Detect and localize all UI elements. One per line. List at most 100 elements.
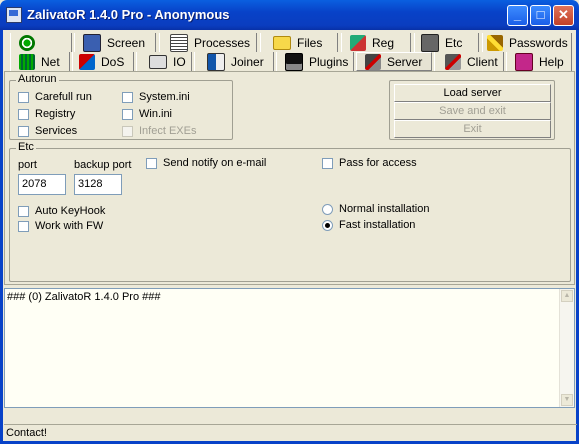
tab-etc[interactable]: Etc: [414, 33, 479, 52]
registry-icon: [350, 34, 366, 51]
tab-client-label: Client: [467, 54, 498, 69]
send-notify-label: Send notify on e-mail: [163, 157, 267, 169]
log-memo[interactable]: ### (0) ZalivatoR 1.4.0 Pro ### ▲ ▼: [4, 288, 575, 408]
infect-exes-label: Infect EXEs: [139, 125, 197, 137]
tab-server[interactable]: Server: [356, 52, 432, 71]
screen-icon: [83, 33, 101, 52]
folder-icon: [273, 35, 291, 50]
close-button[interactable]: ✕: [553, 5, 574, 26]
tab-help-label: Help: [539, 54, 564, 69]
port-input[interactable]: 2078: [18, 174, 66, 195]
infect-exes-box: [122, 125, 133, 137]
tab-net[interactable]: Net: [10, 52, 70, 71]
autorun-group: Autorun Carefull run Registry Services S…: [9, 73, 233, 140]
work-with-fw-label: Work with FW: [35, 220, 104, 232]
tab-reg[interactable]: Reg: [341, 33, 411, 52]
tab-processes-label: Processes: [194, 35, 251, 50]
load-server-button[interactable]: Load server: [394, 84, 551, 102]
fast-installation-label: Fast installation: [339, 219, 416, 231]
registry-label: Registry: [35, 108, 76, 120]
tab-row-1: Screen Processes Files Reg Etc Passwords: [4, 33, 575, 53]
scroll-up-arrow-icon[interactable]: ▲: [561, 290, 573, 302]
minimize-button[interactable]: _: [507, 5, 528, 26]
send-notify-box: [146, 157, 157, 169]
server-panel: Autorun Carefull run Registry Services S…: [4, 71, 575, 285]
send-notify-checkbox[interactable]: Send notify on e-mail: [146, 157, 266, 169]
app-icon: [6, 7, 22, 23]
status-bar: Contact!: [4, 424, 577, 441]
tab-files[interactable]: Files: [260, 33, 338, 52]
services-checkbox[interactable]: Services: [18, 125, 77, 137]
system-ini-checkbox[interactable]: System.ini: [122, 91, 190, 103]
pass-for-access-checkbox[interactable]: Pass for access: [322, 157, 417, 169]
server-actions-group: Load server Save and exit Exit: [389, 80, 555, 140]
tab-screen-label: Screen: [107, 35, 146, 50]
tab-server-label: Server: [387, 54, 423, 69]
tab-processes[interactable]: Processes: [159, 33, 257, 52]
tab-passwords-label: Passwords: [509, 35, 568, 50]
scroll-down-arrow-icon[interactable]: ▼: [561, 394, 573, 406]
tab-io[interactable]: IO: [136, 52, 192, 71]
etc-group-title: Etc: [16, 141, 36, 153]
port-label: port: [18, 159, 37, 171]
title-bar: ZalivatoR 1.4.0 Pro - Anonymous _ □ ✕: [0, 0, 579, 30]
system-ini-label: System.ini: [139, 91, 190, 103]
work-with-fw-checkbox[interactable]: Work with FW: [18, 220, 103, 232]
tab-io-label: IO: [173, 54, 186, 69]
book-icon: [515, 52, 533, 71]
tab-dos-label: DoS: [101, 54, 125, 69]
client-icon: [445, 53, 461, 70]
tab-files-label: Files: [297, 35, 323, 50]
fast-installation-radio[interactable]: Fast installation: [322, 219, 415, 231]
win-ini-label: Win.ini: [139, 108, 173, 120]
win-ini-box: [122, 108, 133, 120]
tab-passwords[interactable]: Passwords: [482, 33, 572, 52]
carefull-run-label: Carefull run: [35, 91, 92, 103]
registry-checkbox[interactable]: Registry: [18, 108, 75, 120]
auto-keyhook-checkbox[interactable]: Auto KeyHook: [18, 205, 105, 217]
services-label: Services: [35, 125, 78, 137]
auto-keyhook-box: [18, 205, 29, 217]
printer-icon: [149, 54, 167, 69]
joiner-icon: [207, 52, 225, 71]
window-title: ZalivatoR 1.4.0 Pro - Anonymous: [27, 7, 230, 22]
pass-for-access-label: Pass for access: [339, 157, 417, 169]
tab-screen[interactable]: Screen: [74, 33, 156, 52]
backup-port-input[interactable]: 3128: [74, 174, 122, 195]
tab-dos[interactable]: DoS: [72, 52, 134, 71]
tab-plugins-label: Plugins: [309, 54, 349, 69]
tab-etc-label: Etc: [445, 35, 463, 50]
carefull-run-box: [18, 91, 29, 103]
win-ini-checkbox[interactable]: Win.ini: [122, 108, 172, 120]
log-scrollbar[interactable]: ▲ ▼: [559, 289, 574, 407]
tab-help[interactable]: Help: [506, 52, 572, 71]
processes-icon: [170, 33, 188, 52]
save-and-exit-button[interactable]: Save and exit: [394, 102, 551, 120]
tab-row-2: Net DoS IO Joiner Plugins Server Client …: [4, 52, 575, 72]
carefull-run-checkbox[interactable]: Carefull run: [18, 91, 92, 103]
tab-net-label: Net: [41, 54, 60, 69]
work-with-fw-box: [18, 220, 29, 232]
log-line: ### (0) ZalivatoR 1.4.0 Pro ###: [7, 291, 161, 303]
maximize-button[interactable]: □: [530, 5, 551, 26]
infect-exes-checkbox[interactable]: Infect EXEs: [122, 125, 196, 137]
tab-joiner-label: Joiner: [231, 54, 264, 69]
backup-port-label: backup port: [74, 159, 132, 171]
normal-installation-dot: [322, 203, 333, 215]
system-ini-box: [122, 91, 133, 103]
etc-group: Etc port backup port 2078 3128 Send noti…: [9, 141, 571, 282]
tab-joiner[interactable]: Joiner: [194, 52, 274, 71]
keys-icon: [487, 34, 503, 51]
tab-client[interactable]: Client: [434, 52, 504, 71]
auto-keyhook-label: Auto KeyHook: [35, 205, 106, 217]
target-icon: [19, 34, 35, 51]
tab-target[interactable]: [10, 33, 72, 52]
services-box: [18, 125, 29, 137]
pass-for-access-box: [322, 157, 333, 169]
tab-plugins[interactable]: Plugins: [276, 52, 354, 71]
etc-icon: [421, 33, 439, 52]
net-icon: [19, 53, 35, 70]
dos-icon: [79, 53, 95, 70]
exit-button[interactable]: Exit: [394, 120, 551, 138]
normal-installation-radio[interactable]: Normal installation: [322, 203, 429, 215]
